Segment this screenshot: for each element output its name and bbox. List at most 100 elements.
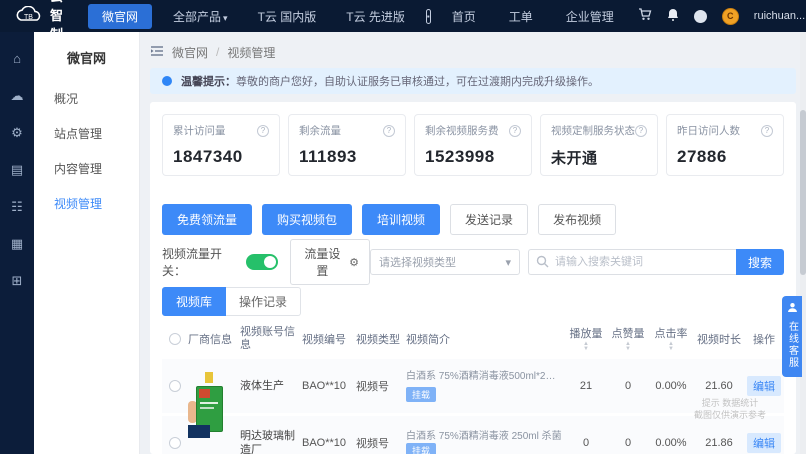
video-type: 视频号 (356, 381, 389, 393)
video-intro: 白酒系 75%酒精消毒液 250ml 杀菌 (406, 431, 562, 442)
tabs: 视频库 操作记录 (162, 287, 784, 316)
tab-video-library[interactable]: 视频库 (162, 287, 227, 316)
breadcrumb-first[interactable]: 微官网 (172, 44, 208, 61)
filter-group: 请选择视频类型▾ 搜索 (370, 249, 784, 275)
username[interactable]: ruichuan... (754, 10, 805, 22)
scrollbar-thumb[interactable] (800, 110, 806, 275)
sidebar-item-video[interactable]: 视频管理 (34, 186, 139, 221)
stat-cards: 累计访问量 ? 1847340 剩余流量 ? 111893 剩余视频服务费 ? … (162, 114, 784, 176)
header-code: 视频编号 (302, 333, 346, 346)
nav-item-enterprise[interactable]: 企业管理 (557, 4, 623, 29)
help-icon[interactable]: ? (383, 124, 395, 137)
search-icon (536, 255, 549, 271)
header-type: 视频类型 (356, 333, 400, 346)
table-row: 液体生产 BAO**10 视频号 白酒系 75%酒精消毒液500ml*2瓶装 高… (162, 359, 784, 432)
publish-video-button[interactable]: 发布视频 (538, 204, 617, 235)
sidebar-item-content[interactable]: 内容管理 (34, 151, 139, 186)
video-table: 厂商信息 视频账号信息 视频编号 视频类型 视频简介 播放量 ▲ ▼ 点赞量 ▲ ▼ 点… (162, 316, 784, 454)
tab-operation-log[interactable]: 操作记录 (226, 287, 302, 316)
account-name: 液体生产 (240, 380, 284, 392)
select-all-checkbox[interactable] (169, 332, 181, 345)
search-box: 搜索 (528, 249, 784, 275)
brand-logo[interactable]: TB T云智制造 (14, 0, 64, 62)
gear-icon[interactable]: ⚙ (11, 126, 23, 139)
action-buttons: 免费领流量 购买视频包 培训视频 发送记录 发布视频 (162, 204, 784, 235)
help-icon[interactable]: ? (761, 124, 773, 137)
likes-value: 0 (624, 380, 632, 392)
secondary-sidebar: 微官网 概况 站点管理 内容管理 视频管理 (34, 32, 140, 454)
edit-button[interactable]: 编辑 (747, 433, 781, 453)
customer-service-button[interactable]: 在线客服 (782, 296, 802, 377)
row-checkbox[interactable] (169, 380, 181, 392)
views-value: 21 (579, 380, 593, 392)
cart-icon[interactable] (638, 8, 652, 24)
header-account: 视频账号信息 (240, 325, 295, 351)
stat-label: 剩余流量 (299, 125, 341, 137)
row-checkbox[interactable] (169, 437, 181, 449)
buy-package-button[interactable]: 购买视频包 (262, 204, 353, 235)
help-circle-icon[interactable] (693, 9, 707, 23)
header-rate-sort[interactable]: 点击率 ▲ ▼ (648, 325, 694, 352)
svg-text:TB: TB (24, 14, 33, 21)
search-input[interactable] (528, 249, 736, 275)
video-type: 视频号 (356, 438, 389, 450)
control-row: 视频流量开关： 流量设置⚙ 请选择视频类型▾ 搜索 (162, 239, 784, 285)
video-code: BAO**10 (302, 437, 347, 449)
info-banner: 温馨提示：尊敬的商户您好，自助认证服务已审核通过，可在过渡期内完成升级操作。 (150, 68, 796, 94)
traffic-toggle[interactable] (246, 254, 278, 270)
cloud-icon[interactable]: ☁ (11, 89, 24, 102)
app-grid-icon[interactable]: ▪ (425, 8, 431, 24)
collapse-menu-icon[interactable] (150, 45, 164, 60)
apps-icon[interactable]: ⊞ (12, 274, 23, 287)
header-views-sort[interactable]: 播放量 ▲ ▼ (564, 325, 608, 352)
header-duration: 视频时长 (697, 333, 741, 346)
sidebar-item-site[interactable]: 站点管理 (34, 116, 139, 151)
free-traffic-button[interactable]: 免费领流量 (162, 204, 253, 235)
help-icon[interactable]: ? (257, 124, 269, 137)
header-vendor: 厂商信息 (188, 333, 232, 346)
person-icon (787, 302, 798, 316)
nav-item-advanced[interactable]: T云 先进版 (337, 4, 414, 29)
main-content: 微官网 / 视频管理 温馨提示：尊敬的商户您好，自助认证服务已审核通过，可在过渡… (140, 32, 806, 454)
sidebar-item-overview[interactable]: 概况 (34, 81, 139, 116)
document-icon[interactable]: ▤ (11, 163, 23, 176)
stat-label: 视频定制服务状态 (551, 125, 635, 137)
nav-item-products[interactable]: 全部产品 ▾ (164, 4, 237, 29)
sort-carets-icon: ▲ ▼ (668, 341, 674, 352)
stat-value: 未开通 (551, 150, 598, 167)
help-icon[interactable]: ? (635, 124, 647, 137)
stat-label: 剩余视频服务费 (425, 125, 499, 137)
help-icon[interactable]: ? (509, 124, 521, 137)
send-record-button[interactable]: 发送记录 (450, 204, 529, 235)
icon-rail: ⌂ ☁ ⚙ ▤ ☷ ▦ ⊞ (0, 32, 34, 454)
page-scrollbar[interactable] (800, 32, 806, 454)
nav-item-domestic[interactable]: T云 国内版 (249, 4, 326, 29)
chevron-down-icon: ▾ (223, 12, 228, 23)
stat-label: 累计访问量 (173, 125, 226, 137)
top-navbar: TB T云智制造 微官网 全部产品▾ T云 国内版 T云 先进版 ▪ 首页 工单… (0, 0, 806, 61)
chart-icon[interactable]: ▦ (11, 237, 23, 250)
avatar[interactable]: C (721, 7, 739, 25)
duration-value: 21.86 (705, 437, 733, 449)
table-row: 明达玻璃制造厂 BAO**10 视频号 白酒系 75%酒精消毒液 250ml 杀… (162, 416, 784, 454)
training-video-button[interactable]: 培训视频 (362, 204, 441, 235)
search-button[interactable]: 搜索 (736, 249, 784, 275)
share-icon[interactable]: ☷ (11, 200, 23, 213)
bell-icon[interactable] (667, 8, 679, 24)
traffic-settings-button[interactable]: 流量设置 ⚙ (289, 239, 370, 285)
stat-card-service-fee: 剩余视频服务费 ? 1523998 (414, 114, 532, 176)
header-likes-sort[interactable]: 点赞量 ▲ ▼ (608, 325, 648, 352)
cloud-logo-icon: TB (14, 5, 44, 27)
nav-item-workorder[interactable]: 工单 (500, 4, 542, 29)
edit-button[interactable]: 编辑 (747, 376, 781, 396)
banner-prefix: 温馨提示： (181, 76, 236, 88)
video-type-select[interactable]: 请选择视频类型 ▾ (370, 249, 520, 275)
duration-value: 21.60 (705, 380, 733, 392)
navbar-right: 首页 工单 企业管理 C ruichuan... (443, 4, 805, 29)
breadcrumb-separator: / (216, 45, 220, 59)
nav-item-home[interactable]: 首页 (443, 4, 485, 29)
gear-icon: ⚙ (349, 256, 359, 269)
toggle-knob (263, 256, 276, 268)
nav-item-site[interactable]: 微官网 (88, 3, 153, 29)
stat-label: 昨日访问人数 (677, 125, 740, 137)
